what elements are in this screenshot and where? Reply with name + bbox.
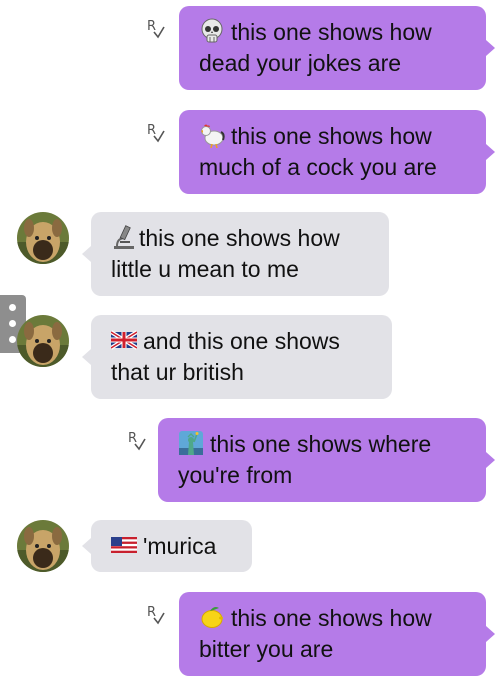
lemon-emoji bbox=[201, 607, 223, 628]
avatar-image bbox=[17, 212, 69, 264]
contact-avatar[interactable] bbox=[17, 212, 69, 264]
avatar-image bbox=[17, 315, 69, 367]
incoming-message-bubble[interactable]: 'murica bbox=[82, 520, 252, 572]
outgoing-message-bubble[interactable]: this one shows where you're from bbox=[158, 418, 495, 502]
statue-of-liberty-emoji bbox=[179, 431, 203, 455]
rooster-emoji bbox=[201, 124, 225, 148]
message-line: that ur british bbox=[111, 359, 244, 385]
message-line: this one shows how bbox=[199, 17, 466, 48]
message-line: you're from bbox=[178, 462, 293, 488]
contact-avatar[interactable] bbox=[17, 520, 69, 572]
read-receipt-icon: R bbox=[128, 431, 146, 451]
avatar-image bbox=[17, 520, 69, 572]
message-line: much of a cock you are bbox=[199, 154, 437, 180]
message-line: little u mean to me bbox=[111, 256, 299, 282]
contact-avatar[interactable] bbox=[17, 315, 69, 367]
read-receipt-icon: R bbox=[147, 19, 165, 39]
incoming-message-bubble[interactable]: this one shows how little u mean to me bbox=[82, 212, 389, 296]
us-flag-emoji bbox=[111, 537, 137, 553]
message-line: this one shows how bbox=[199, 603, 466, 634]
message-line: 'murica bbox=[111, 531, 232, 562]
uk-flag-emoji bbox=[111, 330, 137, 350]
message-line: this one shows how bbox=[199, 121, 466, 152]
microscope-emoji bbox=[114, 225, 134, 249]
read-receipt-icon: R bbox=[147, 123, 165, 143]
incoming-message-bubble[interactable]: and this one shows that ur british bbox=[82, 315, 392, 399]
handle-dot bbox=[9, 336, 16, 343]
message-line: and this one shows bbox=[111, 326, 372, 357]
handle-dot bbox=[9, 320, 16, 327]
message-line: this one shows how bbox=[111, 223, 369, 254]
message-line: bitter you are bbox=[199, 636, 334, 662]
outgoing-message-bubble[interactable]: this one shows how bitter you are bbox=[179, 592, 495, 676]
outgoing-message-bubble[interactable]: this one shows how dead your jokes are bbox=[179, 6, 495, 90]
handle-dot bbox=[9, 304, 16, 311]
message-line: dead your jokes are bbox=[199, 50, 402, 76]
skull-emoji bbox=[201, 18, 223, 43]
read-receipt-icon: R bbox=[147, 605, 165, 625]
message-line: this one shows where bbox=[178, 429, 466, 460]
outgoing-message-bubble[interactable]: this one shows how much of a cock you ar… bbox=[179, 110, 495, 194]
